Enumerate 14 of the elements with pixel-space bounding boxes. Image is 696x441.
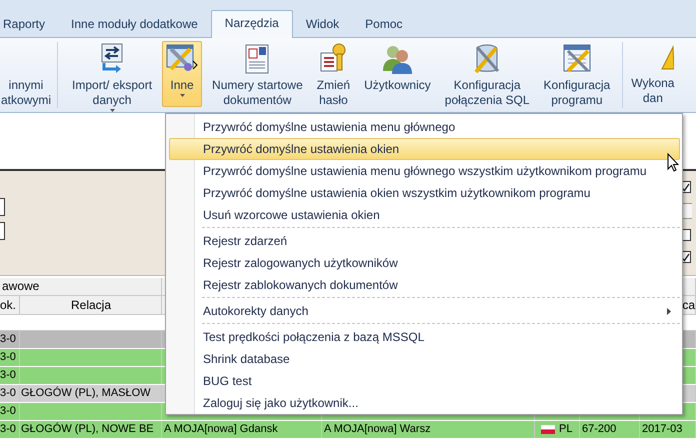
table-cell: A MOJA[nowa] Warsz [322,421,535,438]
table-cell: GŁOGÓW (PL), MASŁOW [20,385,162,402]
table-cell: GŁOGÓW (PL), NOWE BE [20,421,162,438]
table-cell: 67-200 [580,421,640,438]
column-group-header: awowe [0,278,162,295]
table-cell: 3-0 [0,367,20,384]
table-cell: PL [535,421,580,438]
table-cell: A MOJA[nowa] Gdansk [162,421,322,438]
table-cell: 3-0 [0,421,20,438]
table-cell: 2017-03 [640,421,696,438]
table-cell: 3-0 [0,349,20,366]
table-cell: 3-0 [0,385,20,402]
table-cell: 3-0 [0,331,20,348]
table-cell: 3-0 [0,403,20,420]
